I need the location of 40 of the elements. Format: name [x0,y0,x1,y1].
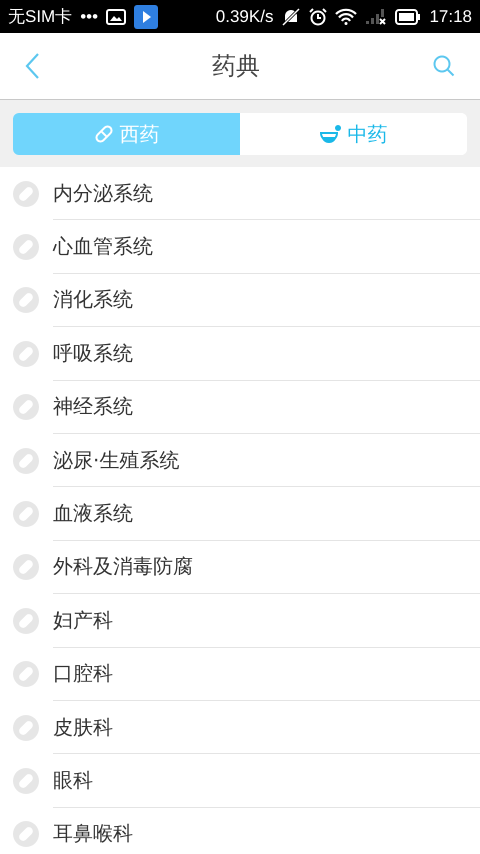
bowl-icon [320,124,342,144]
more-dots: ••• [80,6,98,26]
capsule-icon [13,287,39,314]
play-icon [134,4,158,28]
page-title: 药典 [211,51,261,82]
clock-time: 17:18 [429,6,472,26]
image-icon [106,8,126,24]
capsule-icon [94,124,114,144]
category-item[interactable]: 内分泌系统 [53,167,480,220]
category-item[interactable]: 耳鼻喉科 [53,808,480,853]
category-item[interactable]: 消化系统 [53,274,480,328]
category-item[interactable]: 外科及消毒防腐 [53,540,480,594]
capsule-icon [13,448,39,474]
alarm-icon [309,8,328,26]
capsule-icon [13,340,39,367]
capsule-icon [13,234,39,260]
category-item[interactable]: 妇产科 [53,594,480,648]
capsule-icon [13,554,39,580]
category-item[interactable]: 口腔科 [53,648,480,701]
category-item[interactable]: 心血管系统 [53,220,480,274]
capsule-icon [13,394,39,420]
battery-icon [395,8,422,24]
capsule-icon [13,661,39,688]
carrier-text: 无SIM卡 [8,6,72,28]
capsule-icon [13,608,39,634]
capsule-icon [13,180,39,207]
category-item[interactable]: 眼科 [53,754,480,808]
category-item[interactable]: 呼吸系统 [53,327,480,381]
capsule-icon [13,501,39,528]
capsule-icon [13,768,39,794]
network-speed: 0.39K/s [216,6,274,26]
category-item[interactable]: 血液系统 [53,487,480,541]
category-item[interactable]: 神经系统 [53,380,480,434]
wifi-icon [335,8,358,25]
capsule-icon [13,821,39,848]
mute-icon [281,8,302,26]
category-item[interactable]: 皮肤科 [53,700,480,754]
category-item[interactable]: 泌尿·生殖系统 [53,434,480,488]
capsule-icon [13,714,39,741]
signal-icon [365,8,388,25]
